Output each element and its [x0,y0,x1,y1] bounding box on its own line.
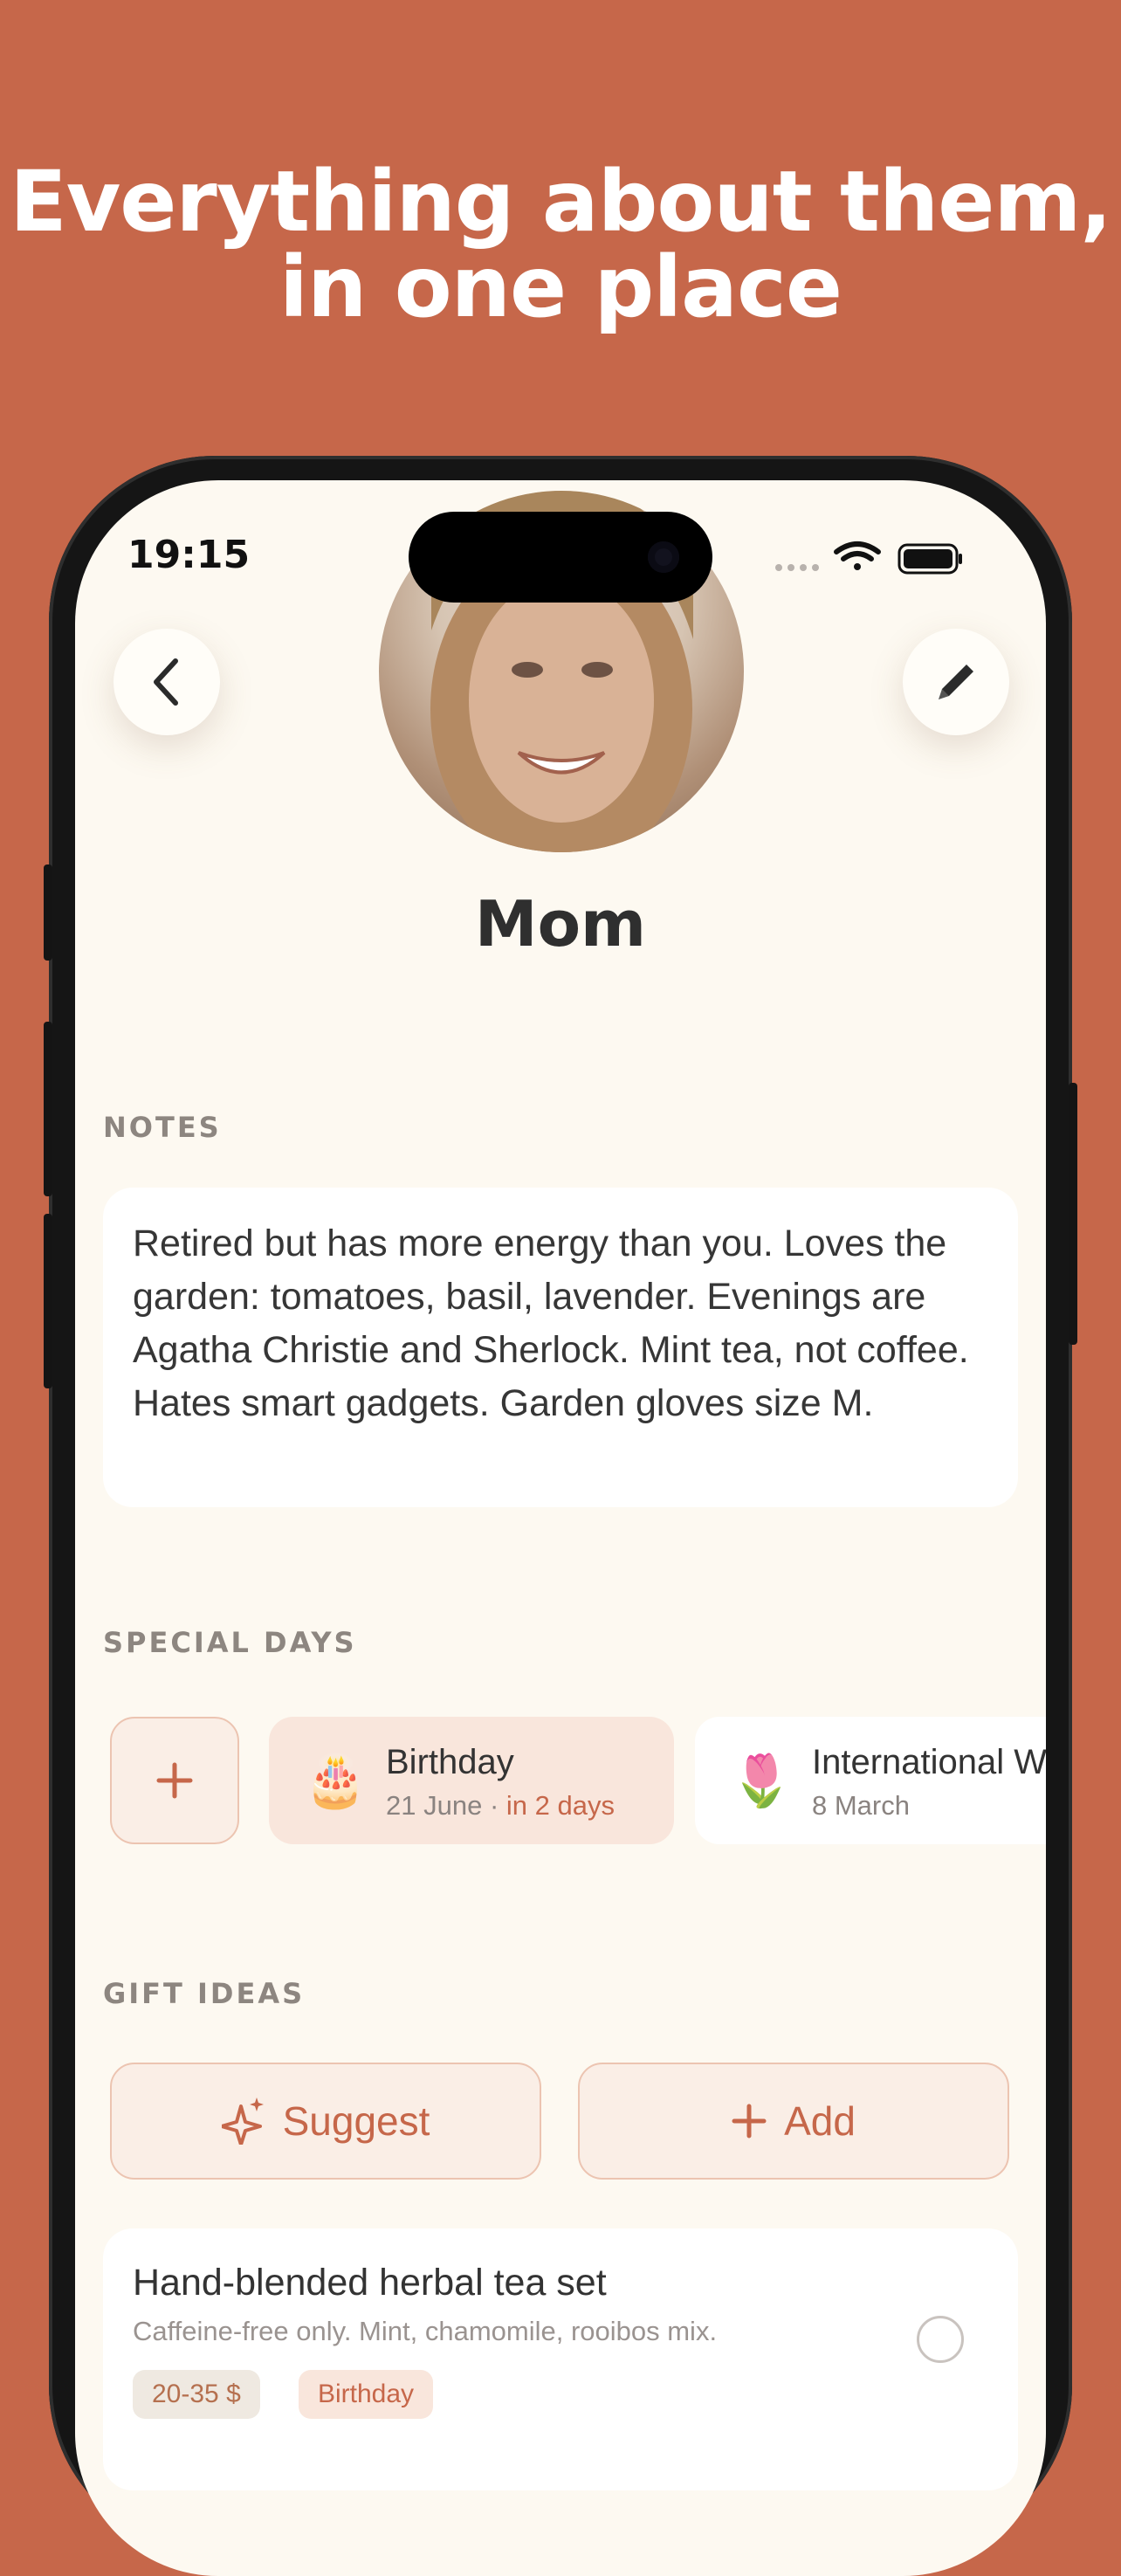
add-label: Add [784,2098,856,2144]
special-day-title: International W [812,1743,1046,1781]
suggest-button[interactable]: Suggest [110,2063,541,2180]
front-camera [648,541,679,573]
status-icons [772,540,964,578]
phone-volume-down-button [44,1214,52,1388]
status-time: 19:15 [127,533,251,577]
dynamic-island [409,512,712,603]
special-day-date: 8 March [812,1790,910,1821]
phone-volume-up-button [44,1022,52,1196]
price-tag: 20-35 $ [133,2370,260,2419]
sparkle-icon [221,2097,264,2145]
wifi-icon [834,541,881,570]
birthday-cake-icon: 🎂 [304,1753,368,1809]
edit-button[interactable] [903,629,1009,735]
pencil-icon [939,665,973,699]
suggest-label: Suggest [282,2098,430,2144]
special-days-label: SPECIAL DAYS [103,1626,357,1659]
headline-line-1: Everything about them, [10,153,1112,251]
gift-checkbox[interactable] [917,2316,964,2363]
tulip-icon: 🌷 [730,1753,794,1809]
special-day-countdown: in 2 days [505,1790,615,1821]
phone-action-button [44,864,52,961]
signal-dots-icon [775,564,819,571]
gift-title: Hand-blended herbal tea set [133,2262,607,2304]
notes-label: NOTES [103,1111,222,1144]
special-day-card[interactable]: 🎂 Birthday 21 June · in 2 days [269,1717,674,1844]
special-day-date: 21 June [386,1790,483,1821]
chevron-left-icon [154,658,178,706]
headline-line-2: in one place [279,238,842,336]
battery-icon [897,543,962,575]
headline: Everything about them, in one place [0,159,1121,330]
add-special-day-button[interactable] [110,1717,239,1844]
gift-description: Caffeine-free only. Mint, chamomile, roo… [133,2316,718,2346]
special-day-subtitle: 21 June · in 2 days [386,1790,615,1822]
special-day-separator: · [489,1790,499,1821]
plus-icon [156,1762,193,1799]
profile-name: Mom [474,887,647,961]
add-gift-button[interactable]: Add [578,2063,1009,2180]
plus-icon [732,2104,767,2139]
gift-ideas-label: GIFT IDEAS [103,1977,306,2010]
phone-power-button [1069,1083,1077,1345]
back-button[interactable] [113,629,220,735]
special-day-title: Birthday [386,1743,514,1781]
notes-text: Retired but has more energy than you. Lo… [133,1223,969,1424]
special-day-card[interactable]: 🌷 International W 8 March [695,1717,1046,1844]
occasion-tag: Birthday [299,2370,434,2419]
